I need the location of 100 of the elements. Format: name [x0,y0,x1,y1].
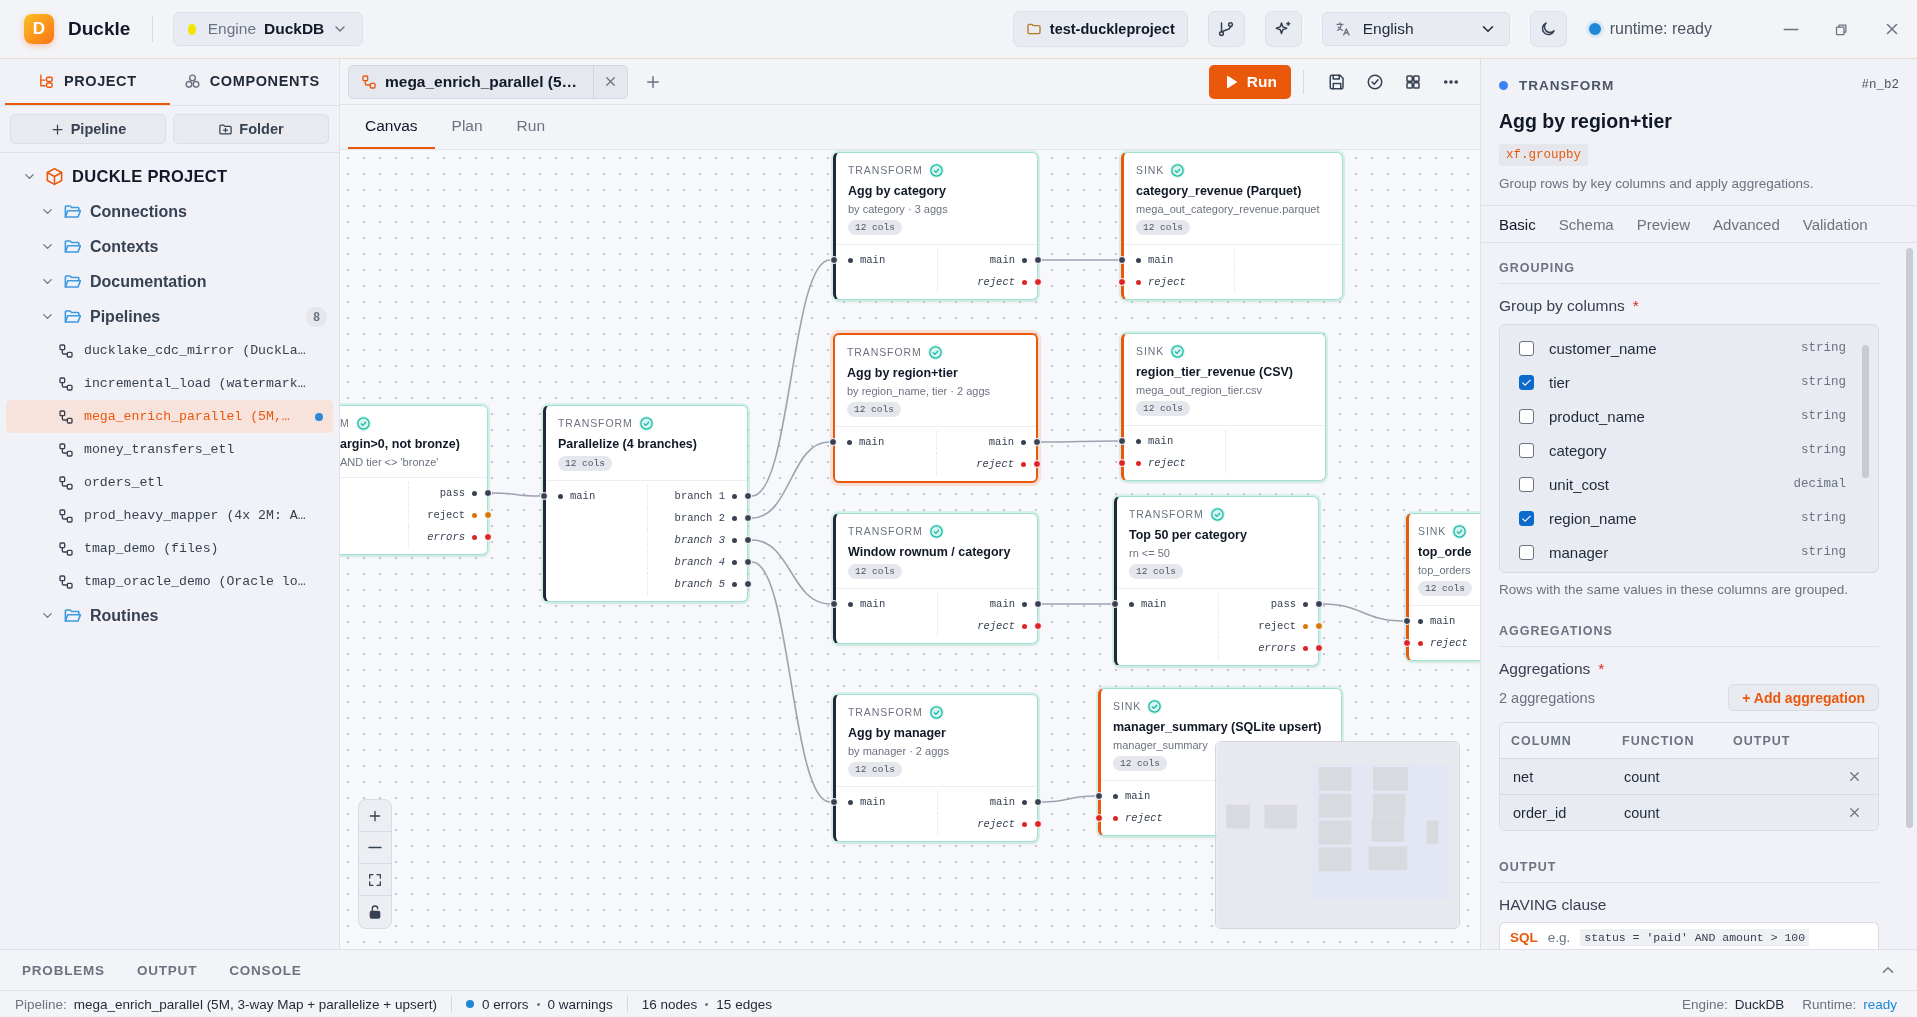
checkbox[interactable] [1519,442,1534,458]
validate-icon[interactable] [1366,72,1384,91]
checkbox[interactable] [1519,544,1534,560]
tree-item[interactable]: Pipelines 8 [6,299,333,334]
port-handle[interactable] [1118,437,1126,445]
remove-icon[interactable] [1847,769,1862,784]
pipeline-item[interactable]: tmap_demo (files) [6,532,333,565]
sidebar-button[interactable]: Folder [173,114,329,144]
port-handle[interactable] [1034,622,1042,630]
port-handle[interactable] [1095,814,1103,822]
column-name: category [1549,441,1608,459]
port-handle[interactable] [1315,600,1323,608]
pipeline-item[interactable]: incremental_load (watermark… [6,367,333,400]
port-handle[interactable] [1315,644,1323,652]
tree-item[interactable]: Connections [6,194,333,229]
port-handle[interactable] [744,514,752,522]
folder-plus-icon [218,121,234,137]
inspector-tab[interactable]: Basic [1499,215,1536,233]
port-label: reject [977,276,1015,288]
port-handle[interactable] [1403,639,1411,647]
node-card[interactable]: SINK category_revenue (Parquet) mega_out_category_revenue.parquet 12 cols main reject [1121,152,1343,300]
pipeline-item[interactable]: tmap_oracle_demo (Oracle lo… [6,565,333,598]
node-card[interactable]: SINK region_tier_revenue (CSV) mega_out_region_tier.csv 12 cols main reject [1121,333,1326,481]
port-handle[interactable] [1118,278,1126,286]
panel-tab[interactable]: CONSOLE [229,962,302,978]
sidebar-button[interactable]: Pipeline [10,114,166,144]
inspector-tab[interactable]: Advanced [1713,215,1780,233]
port-handle[interactable] [1111,600,1119,608]
port-handle[interactable] [829,438,837,446]
inspector-tab[interactable]: Preview [1636,215,1691,233]
sidebar-tab[interactable]: PROJECT [5,59,170,105]
editor-tab[interactable]: mega_enrich_parallel (5… [348,64,629,99]
language-select[interactable]: English [1321,12,1510,46]
pipeline-item[interactable]: ducklake_cdc_mirror (DuckLa… [6,334,333,367]
engine-select[interactable]: Engine DuckDB [173,12,364,46]
project-button[interactable]: test-duckleproject [1012,11,1188,47]
port-handle[interactable] [540,492,548,500]
sql-input[interactable]: SQL e.g. status = 'paid' AND amount > 100 [1499,922,1879,949]
port-handle[interactable] [1034,798,1042,806]
port-handle[interactable] [744,580,752,588]
table-cell-text: count [1624,768,1661,785]
node-title: Agg by category [848,184,947,198]
scrollbar-thumb[interactable] [1906,248,1913,828]
port-label: branch 5 [674,578,725,590]
pipeline-item[interactable]: prod_heavy_mapper (4x 2M: A… [6,499,333,532]
status-dot [466,1000,474,1008]
remove-icon[interactable] [1847,805,1862,820]
port-label: main [1125,790,1151,802]
port-handle[interactable] [1403,617,1411,625]
run-button[interactable]: Run [1208,64,1291,99]
port-handle[interactable] [744,492,752,500]
port-handle[interactable] [1118,256,1126,264]
pipeline-item[interactable]: money_transfers_etl [6,433,333,466]
checkbox[interactable] [1519,340,1534,356]
tree-item[interactable]: Routines [6,598,333,633]
connector-line [491,492,541,497]
view-tab[interactable]: Run [499,105,563,149]
inspector-tab[interactable]: Schema [1558,215,1614,233]
ai-button[interactable] [1264,11,1302,47]
sidebar-tab[interactable]: COMPONENTS [169,59,334,105]
port-handle[interactable] [1118,459,1126,467]
inspector-tab[interactable]: Validation [1802,215,1868,233]
tree-item[interactable]: Contexts [6,229,333,264]
port-handle[interactable] [1034,278,1042,286]
minimize-icon[interactable] [1782,27,1800,31]
checkbox[interactable] [1519,374,1534,390]
field-label: Aggregations [1499,660,1591,678]
port-handle[interactable] [484,511,492,519]
panel-tab[interactable]: PROBLEMS [22,962,105,978]
pipeline-item[interactable]: orders_etl [6,466,333,499]
view-tab[interactable]: Plan [434,105,500,149]
port-handle[interactable] [830,600,838,608]
grid-icon[interactable] [1404,72,1422,91]
port-handle[interactable] [744,558,752,566]
port-handle[interactable] [1315,622,1323,630]
tree-item[interactable]: Documentation [6,264,333,299]
port-handle[interactable] [1034,820,1042,828]
port-handle[interactable] [830,256,838,264]
port-handle[interactable] [830,798,838,806]
save-icon[interactable] [1328,72,1346,91]
checkbox[interactable] [1519,408,1534,424]
port-handle[interactable] [1095,792,1103,800]
status-dot [1588,23,1601,35]
theme-button[interactable] [1529,11,1567,47]
tree-item[interactable]: DUCKLE PROJECT [6,159,333,194]
port-handle[interactable] [484,489,492,497]
git-button[interactable] [1207,11,1245,47]
panel-tab[interactable]: OUTPUT [136,962,198,978]
checkbox[interactable] [1519,510,1534,526]
port-handle[interactable] [1034,600,1042,608]
node-card[interactable]: SINK top_orde top_orders 12 cols main reject [1406,513,1480,661]
port-handle[interactable] [744,536,752,544]
port-handle[interactable] [484,533,492,541]
port-handle[interactable] [1033,438,1041,446]
scrollbar-thumb[interactable] [1862,345,1869,478]
port-label: main [1141,598,1167,610]
port-handle[interactable] [1033,460,1041,468]
checkbox[interactable] [1519,476,1534,492]
restore-icon[interactable] [1834,21,1849,37]
port-handle[interactable] [1034,256,1042,264]
